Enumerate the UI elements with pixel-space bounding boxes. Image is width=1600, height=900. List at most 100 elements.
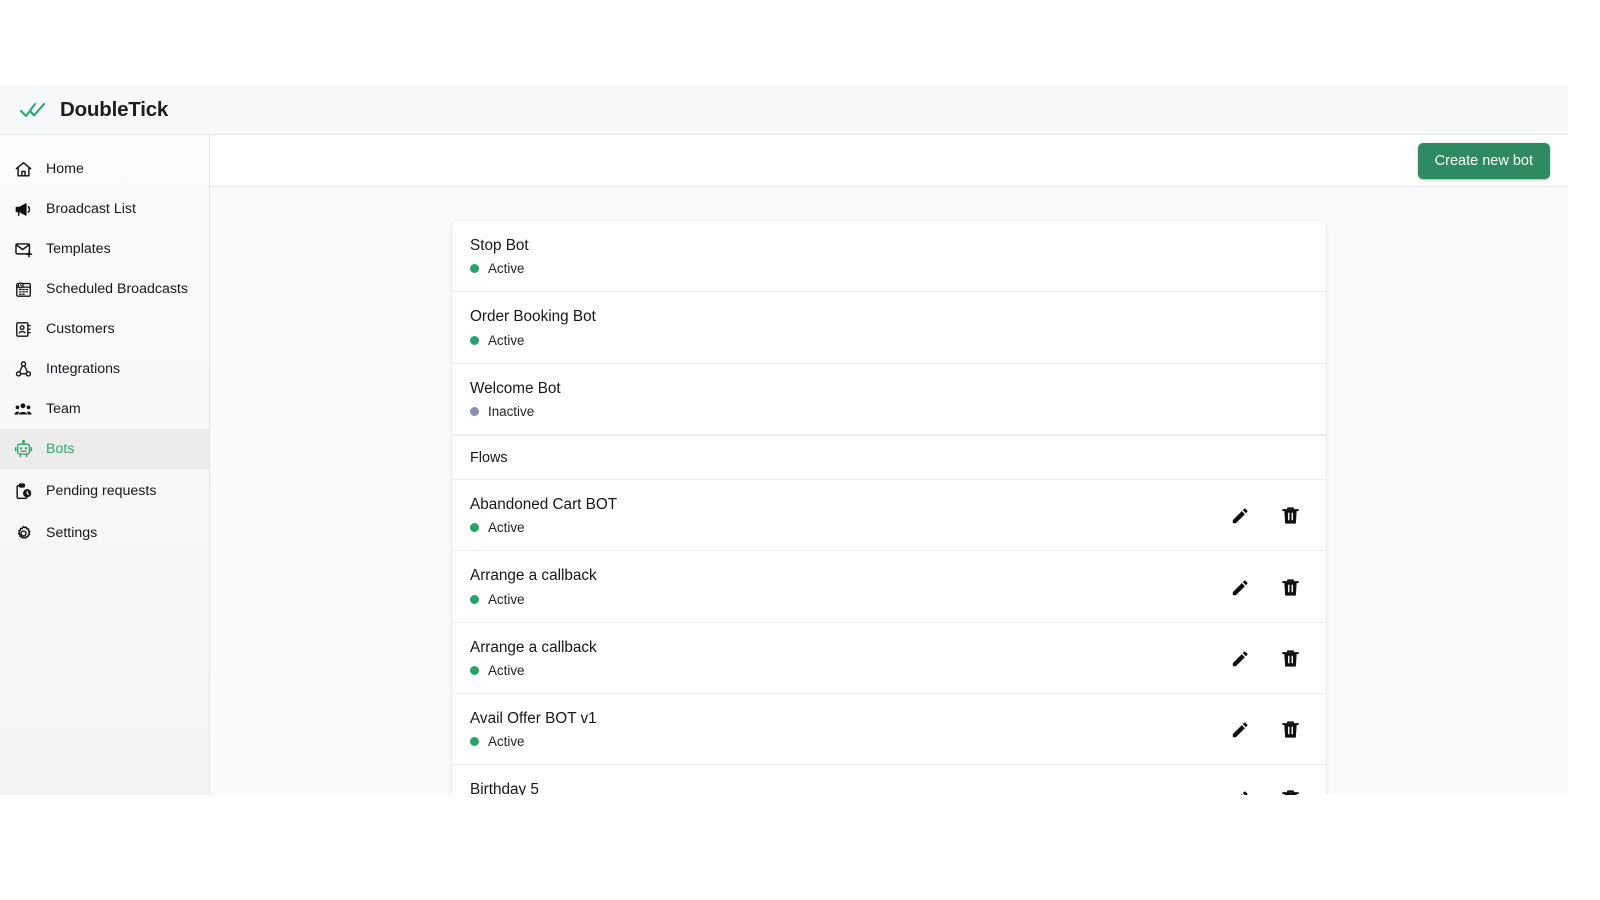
edit-flow-button[interactable]	[1228, 504, 1252, 528]
status-label: Active	[488, 663, 524, 678]
sidebar-item-label: Integrations	[46, 361, 120, 377]
status-dot-icon	[470, 737, 479, 746]
sidebar-item-settings[interactable]: Settings	[0, 513, 209, 553]
status-dot-icon	[470, 336, 479, 345]
status-label: Active	[488, 520, 524, 535]
flow-row[interactable]: Avail Offer BOT v1 Active	[452, 694, 1326, 765]
brand-header: DoubleTick	[0, 85, 1568, 135]
pencil-icon	[1230, 577, 1251, 598]
edit-flow-button[interactable]	[1228, 646, 1252, 670]
status-badge: Inactive	[470, 404, 561, 419]
megaphone-icon	[12, 198, 34, 220]
delete-flow-button[interactable]	[1278, 504, 1302, 528]
bot-row[interactable]: Welcome Bot Inactive	[452, 364, 1326, 435]
flows-section-header: Flows	[452, 435, 1326, 480]
contact-book-icon	[12, 318, 34, 340]
sidebar-item-integrations[interactable]: Integrations	[0, 349, 209, 389]
sidebar-item-label: Settings	[46, 525, 97, 541]
flow-name: Abandoned Cart BOT	[470, 496, 617, 514]
pencil-icon	[1230, 788, 1251, 795]
row-actions	[1228, 786, 1308, 795]
bot-row-info: Stop Bot Active	[470, 237, 529, 276]
integrations-icon	[12, 358, 34, 380]
pencil-icon	[1230, 719, 1251, 740]
edit-flow-button[interactable]	[1228, 718, 1252, 742]
status-label: Active	[488, 261, 524, 276]
flow-row[interactable]: Arrange a callback Active	[452, 623, 1326, 694]
sidebar-item-customers[interactable]: Customers	[0, 309, 209, 349]
trash-icon	[1280, 648, 1301, 669]
status-badge: Active	[470, 520, 617, 535]
flow-name: Arrange a callback	[470, 567, 597, 585]
people-icon	[12, 398, 34, 420]
bot-name: Welcome Bot	[470, 380, 561, 398]
content-toolbar: Create new bot	[210, 135, 1568, 187]
bot-row[interactable]: Order Booking Bot Active	[452, 292, 1326, 363]
sidebar-item-label: Bots	[46, 441, 74, 457]
calendar-clock-icon	[12, 278, 34, 300]
status-dot-icon	[470, 523, 479, 532]
status-label: Active	[488, 333, 524, 348]
flow-row-info: Arrange a callback Active	[470, 567, 597, 606]
home-icon	[12, 158, 34, 180]
status-badge: Active	[470, 663, 597, 678]
bot-row-info: Order Booking Bot Active	[470, 308, 596, 347]
delete-flow-button[interactable]	[1278, 718, 1302, 742]
sidebar-item-team[interactable]: Team	[0, 389, 209, 429]
mail-add-icon	[12, 238, 34, 260]
sidebar-item-label: Templates	[46, 241, 111, 257]
sidebar-item-scheduled-broadcasts[interactable]: Scheduled Broadcasts	[0, 269, 209, 309]
flow-row[interactable]: Abandoned Cart BOT Active	[452, 480, 1326, 551]
flow-row-info: Avail Offer BOT v1 Active	[470, 710, 597, 749]
sidebar-item-label: Team	[46, 401, 81, 417]
bot-row[interactable]: Stop Bot Active	[452, 221, 1326, 292]
status-label: Active	[488, 592, 524, 607]
brand-name: DoubleTick	[60, 98, 168, 122]
row-actions	[1228, 646, 1308, 670]
delete-flow-button[interactable]	[1278, 575, 1302, 599]
edit-flow-button[interactable]	[1228, 575, 1252, 599]
row-actions	[1228, 575, 1308, 599]
flow-row[interactable]: Arrange a callback Active	[452, 551, 1326, 622]
status-dot-icon	[470, 264, 479, 273]
clipboard-clock-icon	[12, 480, 34, 502]
create-new-bot-button[interactable]: Create new bot	[1418, 143, 1550, 179]
robot-icon	[12, 438, 34, 460]
content-scroll-area[interactable]: Stop Bot Active Order Booking Bot Active	[210, 187, 1568, 795]
bots-card: Stop Bot Active Order Booking Bot Active	[452, 221, 1326, 795]
status-dot-icon	[470, 595, 479, 604]
flow-name: Avail Offer BOT v1	[470, 710, 597, 728]
sidebar-item-label: Broadcast List	[46, 201, 136, 217]
sidebar-item-bots[interactable]: Bots	[0, 429, 209, 469]
pencil-icon	[1230, 505, 1251, 526]
status-dot-icon	[470, 666, 479, 675]
gear-icon	[12, 522, 34, 544]
flow-row-info: Arrange a callback Active	[470, 639, 597, 678]
sidebar-item-broadcast-list[interactable]: Broadcast List	[0, 189, 209, 229]
flow-row-info: Abandoned Cart BOT Active	[470, 496, 617, 535]
flow-name: Birthday 5	[470, 781, 539, 795]
sidebar-item-label: Scheduled Broadcasts	[46, 281, 188, 297]
status-label: Inactive	[488, 404, 534, 419]
trash-icon	[1280, 788, 1301, 795]
status-badge: Active	[470, 333, 596, 348]
row-actions	[1228, 504, 1308, 528]
sidebar-item-templates[interactable]: Templates	[0, 229, 209, 269]
bot-name: Stop Bot	[470, 237, 529, 255]
sidebar-item-label: Home	[46, 161, 84, 177]
trash-icon	[1280, 577, 1301, 598]
sidebar: Home Broadcast List Templates	[0, 135, 210, 795]
main-content: Create new bot Stop Bot Active O	[210, 135, 1568, 795]
sidebar-item-pending-requests[interactable]: Pending requests	[0, 471, 209, 511]
flow-row[interactable]: Birthday 5	[452, 765, 1326, 795]
status-badge: Active	[470, 734, 597, 749]
status-label: Active	[488, 734, 524, 749]
status-dot-icon	[470, 407, 479, 416]
delete-flow-button[interactable]	[1278, 786, 1302, 795]
delete-flow-button[interactable]	[1278, 646, 1302, 670]
sidebar-item-home[interactable]: Home	[0, 149, 209, 189]
edit-flow-button[interactable]	[1228, 786, 1252, 795]
sidebar-item-label: Pending requests	[46, 483, 156, 499]
bot-row-info: Welcome Bot Inactive	[470, 380, 561, 419]
trash-icon	[1280, 505, 1301, 526]
